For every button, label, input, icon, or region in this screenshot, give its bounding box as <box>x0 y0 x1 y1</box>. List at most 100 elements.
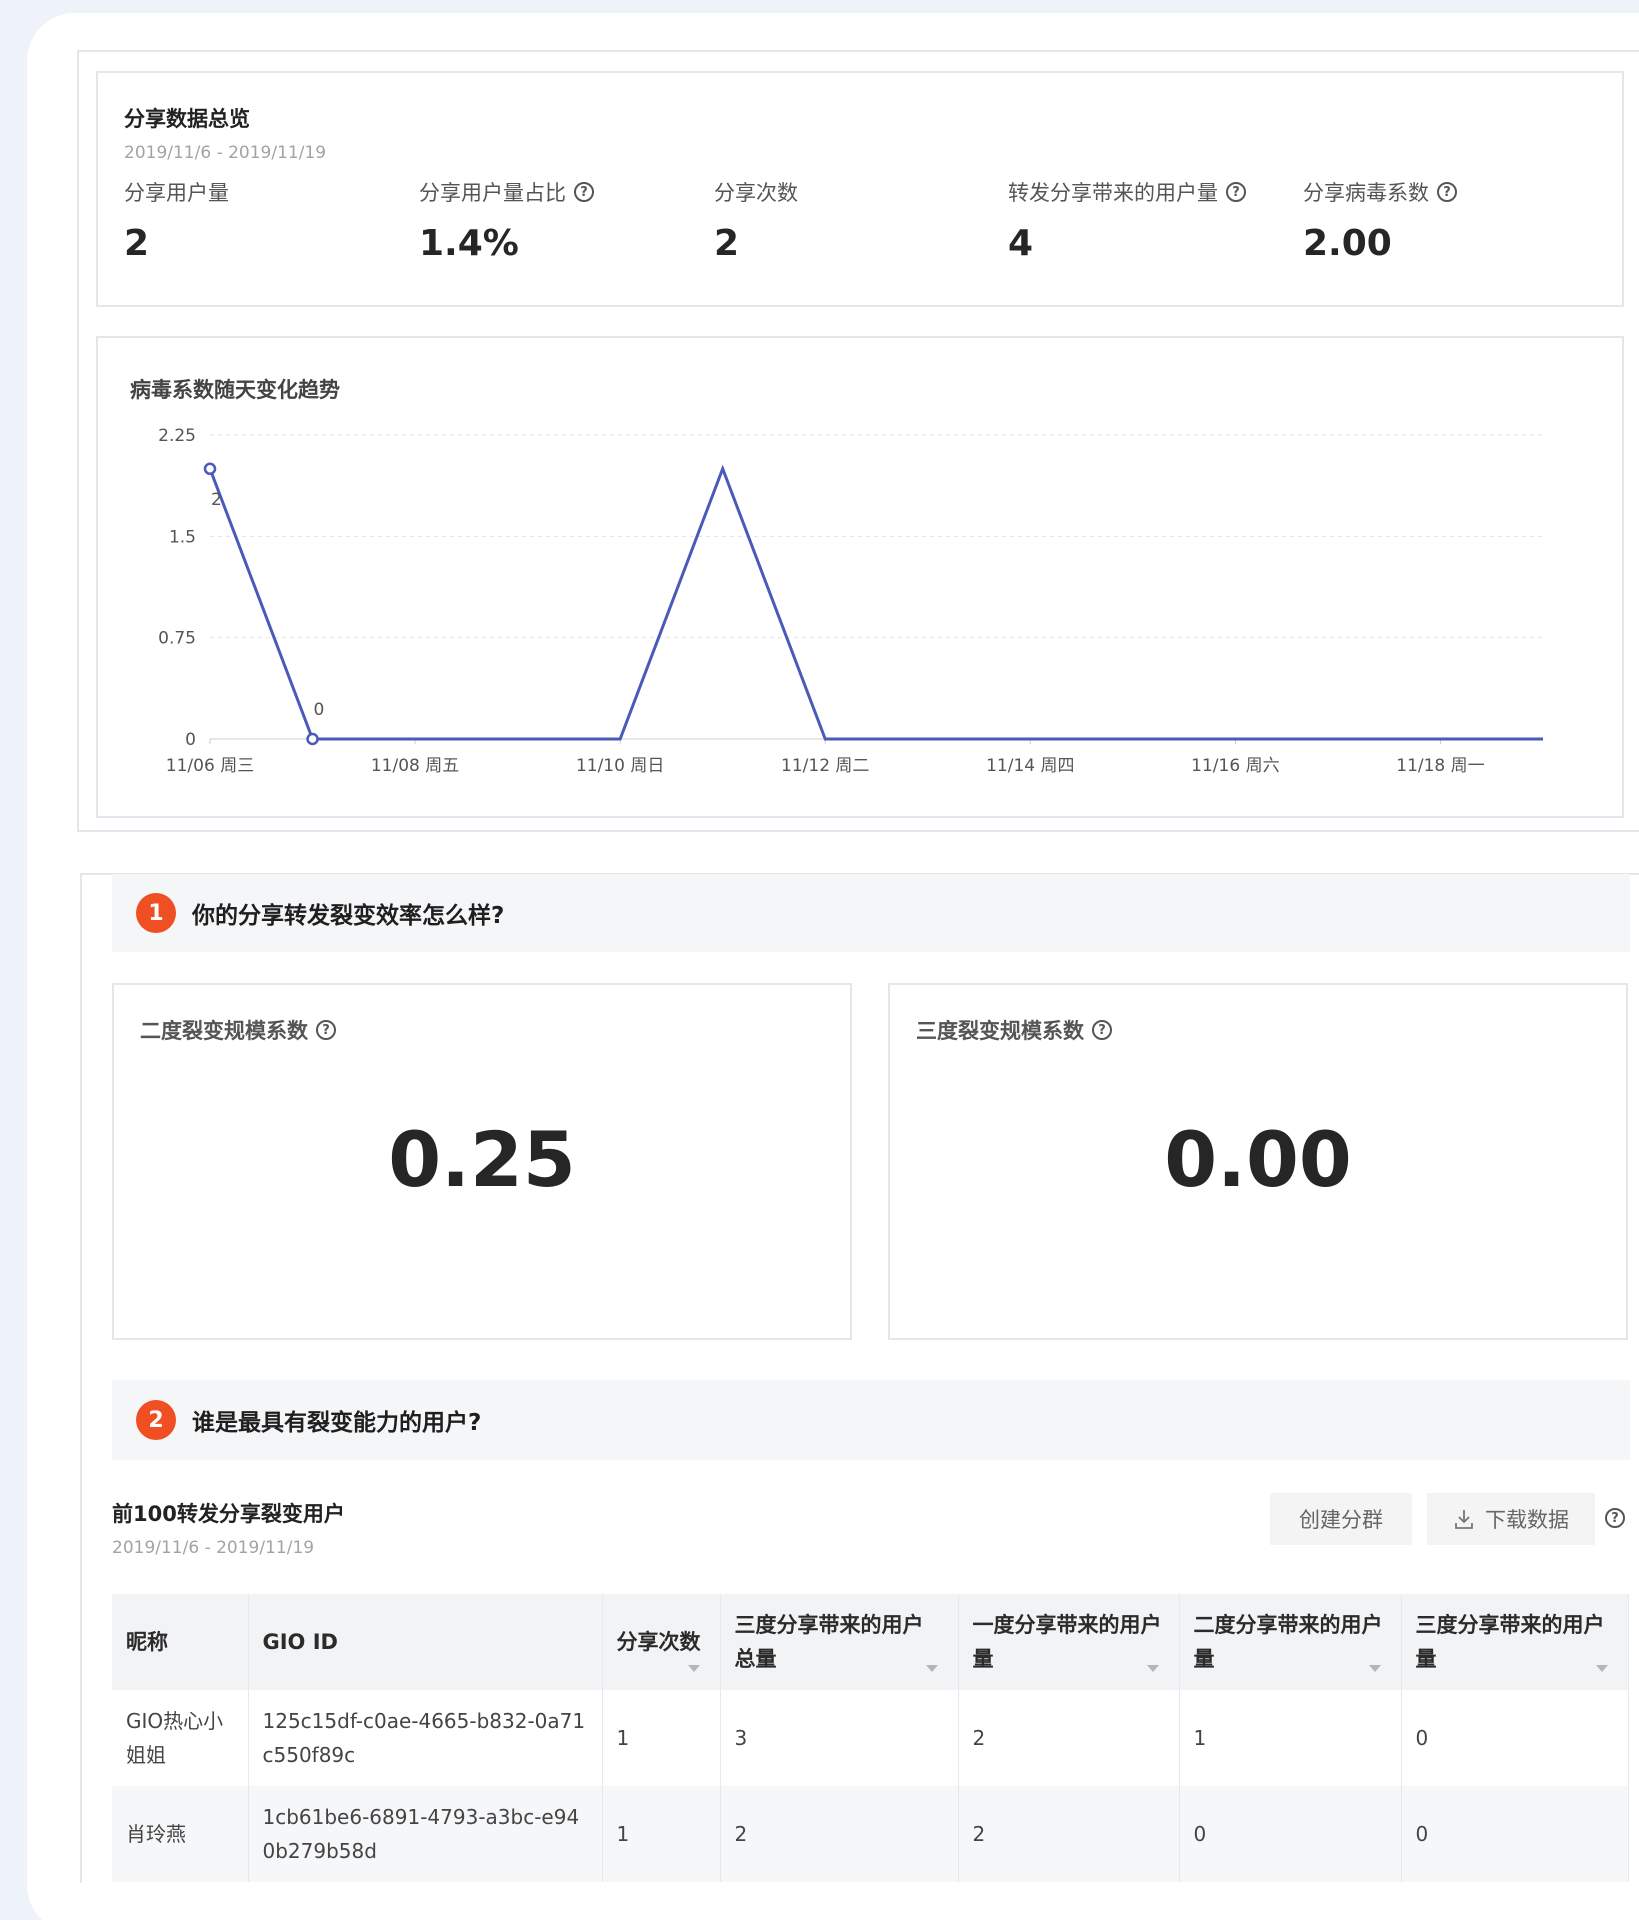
download-data-button[interactable]: 下载数据 <box>1427 1493 1595 1545</box>
second-degree-label: 二度裂变规模系数 ? <box>140 1015 336 1045</box>
x-tick-label: 11/08 周五 <box>371 756 459 776</box>
column-header-label: 二度分享带来的用户量 <box>1193 1613 1383 1671</box>
column-header[interactable]: 三度分享带来的用户总量 <box>720 1594 959 1690</box>
metric-label: 分享病毒系数? <box>1303 177 1457 207</box>
x-tick-label: 11/12 周二 <box>781 756 869 776</box>
table-cell: 肖玲燕 <box>112 1786 249 1882</box>
trend-line-chart: 0 0.75 1.5 2.25 11/06 周三 11/08 周五 11/10 周日 11/1… <box>158 426 1543 776</box>
column-header[interactable]: 三度分享带来的用户量 <box>1401 1594 1629 1690</box>
third-degree-card: 三度裂变规模系数 ? 0.00 <box>888 983 1628 1340</box>
column-header[interactable]: 分享次数 <box>602 1594 721 1690</box>
x-tick-label: 11/18 周一 <box>1396 756 1484 776</box>
table-cell: 2 <box>958 1690 1180 1786</box>
section-1-number-badge: 1 <box>136 893 176 933</box>
x-tick-label: 11/16 周六 <box>1191 756 1279 776</box>
section-1-title: 你的分享转发裂变效率怎么样? <box>192 903 505 929</box>
table-cell: 1 <box>602 1690 721 1786</box>
column-header-label: 三度分享带来的用户总量 <box>734 1613 924 1671</box>
column-header-label: 昵称 <box>126 1630 168 1654</box>
top-users-table: 昵称 GIO ID 分享次数 三度分享带来的用户总量 一度分享带来的用户量 二度分享带来的… <box>112 1594 1629 1882</box>
table-cell: 0 <box>1401 1690 1629 1786</box>
data-label: 0 <box>314 700 325 720</box>
overview-card: 分享数据总览 2019/11/6 - 2019/11/19 分享用户量 2 分享用户… <box>96 71 1624 307</box>
section-2-title: 谁是最具有裂变能力的用户? <box>192 1410 482 1436</box>
metric-label: 分享用户量 <box>124 177 229 207</box>
create-group-button[interactable]: 创建分群 <box>1270 1493 1412 1545</box>
top-users-date-range: 2019/11/6 - 2019/11/19 <box>112 1538 315 1558</box>
table-row[interactable]: GIO热心小姐姐 125c15df-c0ae-4665-b832-0a71c550… <box>112 1690 1629 1786</box>
overview-date-range: 2019/11/6 - 2019/11/19 <box>124 143 327 163</box>
section-1-header: 1 你的分享转发裂变效率怎么样? <box>112 874 1630 952</box>
second-degree-label-text: 二度裂变规模系数 <box>140 1019 308 1043</box>
column-header[interactable]: 一度分享带来的用户量 <box>958 1594 1180 1690</box>
table-cell: 0 <box>1179 1786 1402 1882</box>
data-point <box>203 462 217 476</box>
third-degree-label: 三度裂变规模系数 ? <box>916 1015 1112 1045</box>
second-degree-card: 二度裂变规模系数 ? 0.25 <box>112 983 852 1340</box>
metric-value: 1.4% <box>419 223 519 264</box>
overview-title: 分享数据总览 <box>124 107 250 131</box>
column-header-label: GIO ID <box>262 1630 338 1654</box>
sort-arrow-icon[interactable] <box>687 1665 700 1672</box>
metric-value: 2 <box>714 223 740 264</box>
sort-arrow-icon[interactable] <box>1595 1665 1608 1672</box>
help-icon[interactable]: ? <box>574 182 594 202</box>
metric-label-text: 转发分享带来的用户量 <box>1008 181 1218 205</box>
table-cell: 2 <box>958 1786 1180 1882</box>
table-cell: 0 <box>1401 1786 1629 1882</box>
third-degree-value: 0.00 <box>1164 1115 1352 1204</box>
x-tick-label: 11/10 周日 <box>576 756 664 776</box>
table-row[interactable]: 肖玲燕 1cb61be6-6891-4793-a3bc-e940b279b58d 1… <box>112 1786 1629 1882</box>
column-header: 昵称 <box>112 1594 249 1690</box>
trend-card: 病毒系数随天变化趋势 0 0.75 1.5 2.25 11/06 周三 11/08 周五 1… <box>96 336 1624 818</box>
section-2-header: 2 谁是最具有裂变能力的用户? <box>112 1380 1630 1460</box>
sort-arrow-icon[interactable] <box>1368 1665 1381 1672</box>
x-tick-label: 11/06 周三 <box>166 756 254 776</box>
sort-arrow-icon[interactable] <box>925 1665 938 1672</box>
help-icon[interactable]: ? <box>316 1020 336 1040</box>
table-cell: 2 <box>720 1786 959 1882</box>
help-icon[interactable]: ? <box>1092 1020 1112 1040</box>
table-cell: GIO热心小姐姐 <box>112 1690 249 1786</box>
table-cell: 1 <box>1179 1690 1402 1786</box>
download-icon <box>1455 1510 1473 1529</box>
metric-label: 转发分享带来的用户量? <box>1008 177 1246 207</box>
table-cell: 1 <box>602 1786 721 1882</box>
sort-arrow-icon[interactable] <box>1146 1665 1159 1672</box>
help-icon[interactable]: ? <box>1605 1508 1625 1528</box>
top-users-table-wrap: 昵称 GIO ID 分享次数 三度分享带来的用户总量 一度分享带来的用户量 二度分享带来的… <box>112 1594 1629 1882</box>
help-icon[interactable]: ? <box>1437 182 1457 202</box>
table-cell: 1cb61be6-6891-4793-a3bc-e940b279b58d <box>248 1786 603 1882</box>
third-degree-label-text: 三度裂变规模系数 <box>916 1019 1084 1043</box>
second-degree-value: 0.25 <box>388 1115 576 1204</box>
metric-value: 4 <box>1008 223 1034 264</box>
metric-label: 分享用户量占比? <box>419 177 594 207</box>
y-tick-label: 2.25 <box>158 426 196 446</box>
metric-label-text: 分享用户量 <box>124 181 229 205</box>
y-tick-label: 0.75 <box>158 629 196 649</box>
table-cell: 125c15df-c0ae-4665-b832-0a71c550f89c <box>248 1690 603 1786</box>
table-header-row: 昵称 GIO ID 分享次数 三度分享带来的用户总量 一度分享带来的用户量 二度分享带来的… <box>112 1594 1629 1690</box>
top-users-title: 前100转发分享裂变用户 <box>112 1502 345 1526</box>
table-cell: 3 <box>720 1690 959 1786</box>
help-icon[interactable]: ? <box>1226 182 1246 202</box>
series-line <box>208 464 1543 741</box>
data-label: 2 <box>211 490 222 510</box>
metric-label-text: 分享用户量占比 <box>419 181 566 205</box>
column-header-label: 分享次数 <box>616 1630 701 1654</box>
section-2-number-badge: 2 <box>136 1400 176 1440</box>
data-point <box>306 732 319 746</box>
metric-label-text: 分享次数 <box>714 181 798 205</box>
x-tick-label: 11/14 周四 <box>986 756 1074 776</box>
column-header[interactable]: 二度分享带来的用户量 <box>1179 1594 1402 1690</box>
metric-value: 2.00 <box>1303 223 1392 264</box>
metric-label-text: 分享病毒系数 <box>1303 181 1429 205</box>
metric-label: 分享次数 <box>714 177 798 207</box>
metric-value: 2 <box>124 223 150 264</box>
column-header-label: 三度分享带来的用户量 <box>1415 1613 1605 1671</box>
column-header: GIO ID <box>248 1594 603 1690</box>
y-tick-label: 0 <box>185 730 196 750</box>
column-header-label: 一度分享带来的用户量 <box>972 1613 1162 1671</box>
download-data-label: 下载数据 <box>1485 1508 1569 1532</box>
create-group-label: 创建分群 <box>1299 1508 1383 1532</box>
